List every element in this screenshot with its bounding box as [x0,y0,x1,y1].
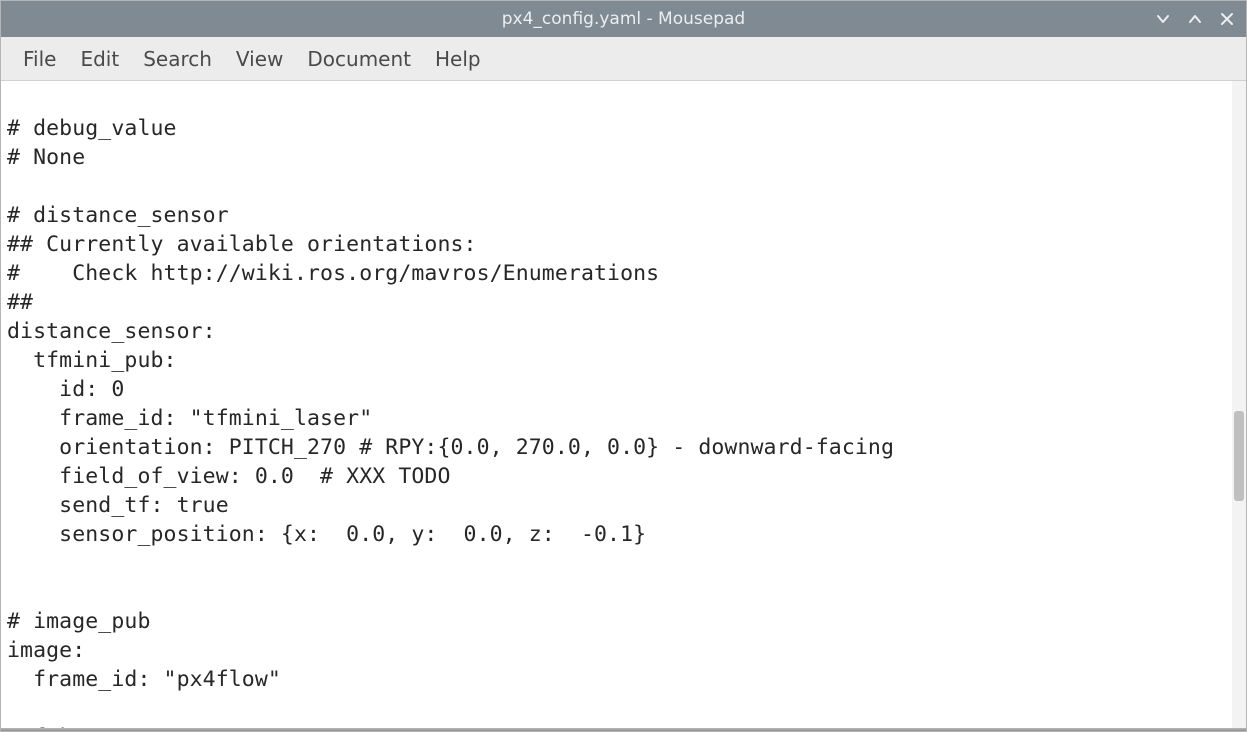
menu-help[interactable]: Help [425,43,491,75]
menu-document[interactable]: Document [297,43,421,75]
menu-edit[interactable]: Edit [70,43,129,75]
window-border-bottom [1,728,1246,731]
titlebar[interactable]: px4_config.yaml - Mousepad [1,1,1246,37]
menu-search[interactable]: Search [133,43,222,75]
editor-area: # debug_value # None # distance_sensor #… [1,81,1246,728]
window-controls [1154,1,1236,37]
scrollbar-thumb[interactable] [1234,411,1244,501]
window-title: px4_config.yaml - Mousepad [502,9,745,29]
minimize-button[interactable] [1154,10,1172,28]
menu-file[interactable]: File [13,43,66,75]
vertical-scrollbar[interactable] [1232,81,1246,728]
menu-view[interactable]: View [226,43,293,75]
text-editor[interactable]: # debug_value # None # distance_sensor #… [1,81,1246,728]
maximize-button[interactable] [1186,10,1204,28]
menubar: File Edit Search View Document Help [1,37,1246,81]
close-button[interactable] [1218,10,1236,28]
